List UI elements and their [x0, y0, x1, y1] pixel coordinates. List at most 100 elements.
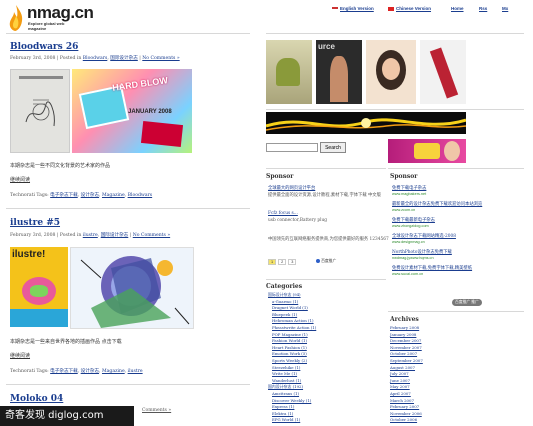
post-category-link[interactable]: 国际设计杂志	[110, 56, 138, 61]
promo-banner-ad[interactable]	[388, 139, 466, 163]
nav-rss[interactable]: Rss	[479, 6, 487, 11]
sponsor-item[interactable]: 免费下载电子杂志	[392, 185, 522, 192]
post-divider	[6, 208, 250, 209]
post-excerpt: 本期杂志是一些不同文化背景的艺术家的作品	[10, 163, 111, 169]
archive-item: May 2007	[390, 384, 410, 390]
cn-flag-icon	[388, 6, 394, 11]
category-item: 国际设计杂志 (94)	[268, 292, 301, 297]
sponsor-item[interactable]: 最新最全的设计杂志免费下载欢迎访问本站浏览	[392, 201, 522, 208]
sidebar-banner-ad[interactable]	[266, 112, 466, 134]
sponsor-pager: 1 2 3	[268, 259, 297, 265]
nav-home[interactable]: Home	[451, 6, 464, 11]
sidebar-thumbnail[interactable]	[420, 40, 466, 104]
category-item: Dragnet World (1)	[272, 305, 308, 311]
pager-page[interactable]: 1	[268, 259, 277, 265]
sponsor-heading: Sponsor	[266, 173, 294, 180]
category-item: Elektra (1)	[272, 410, 294, 416]
category-item: Fashion World (1)	[272, 338, 308, 344]
archives-list: February 2008 January 2008 December 2007…	[390, 325, 423, 424]
tag-link[interactable]: ilustre	[128, 369, 143, 374]
search-button[interactable]: Search	[320, 142, 346, 153]
category-item: EPG World (1)	[272, 417, 301, 423]
post-title-moloko[interactable]: Moloko 04	[10, 394, 63, 404]
sidebar-divider	[388, 311, 524, 312]
sponsor-item[interactable]: 免费下载最新电子杂志	[392, 217, 522, 224]
sidebar-divider	[388, 168, 524, 169]
post-tags: Technorati Tags: 电子杂志下载, 设计杂志, Magazine,…	[10, 369, 143, 374]
magazine-cover-image[interactable]	[10, 69, 70, 153]
archives-heading: Archives	[390, 316, 419, 323]
category-item: Emotion Work (5)	[272, 351, 307, 357]
tag-link[interactable]: 电子杂志下载	[50, 193, 78, 198]
nav-mx[interactable]: Mx	[502, 6, 508, 11]
post-category-link[interactable]: 国际设计杂志	[101, 233, 129, 238]
archive-item: April 2007	[390, 390, 411, 396]
sponsor-item[interactable]: Fcfz focus s... usb connector,Battery pl…	[268, 210, 384, 224]
magazine-cover-image[interactable]: ilustre!	[10, 247, 68, 327]
categories-heading: Categories	[266, 283, 303, 290]
illustration-art	[80, 256, 190, 328]
nav-chinese[interactable]: Chinese Version	[396, 6, 431, 11]
category-item: Bluepeek (1)	[272, 311, 298, 317]
post-comments-link[interactable]: No Comments »	[133, 233, 170, 238]
archive-item: November 2007	[390, 344, 422, 350]
post-category-link[interactable]: ilustre	[83, 233, 98, 238]
category-item: Discover Weekly (1)	[272, 397, 312, 403]
category-item: Express (1)	[272, 404, 295, 410]
sponsor-item[interactable]: NorthPhoto设计杂志免费下载	[392, 249, 522, 256]
tag-link[interactable]: 设计杂志	[81, 193, 99, 198]
ads-badge[interactable]: 百度推广 推广	[452, 299, 482, 306]
categories-list: 国际设计杂志 (94) a-Guarmo (1) Dragnet World (…	[268, 292, 316, 424]
illustration-image[interactable]	[70, 247, 194, 329]
archive-item: February 2008	[390, 325, 420, 330]
archive-item: December 2007	[390, 338, 422, 344]
category-item: 国内设计杂志 (192)	[268, 384, 304, 390]
tag-link[interactable]: 电子杂志下载	[50, 369, 78, 374]
post-tags: Technorati Tags: 电子杂志下载, 设计杂志, Magazine,…	[10, 193, 153, 198]
archive-item: March 2007	[390, 397, 414, 403]
search-input[interactable]	[266, 143, 318, 152]
ads-by-label[interactable]: 百度推广	[316, 259, 336, 264]
sidebar-thumbnail[interactable]: urce	[316, 40, 362, 104]
sponsor-item[interactable]: 全球最大的网页设计平台 提供最全面的设计资源,设计教程,素材下载,字体下载 中文…	[268, 185, 384, 199]
category-item: Hehroman Action (1)	[272, 318, 314, 324]
post-comments-link[interactable]: Comments »	[142, 408, 171, 413]
banner-art	[266, 118, 466, 131]
archive-item: January 2008	[390, 331, 417, 337]
post-title-bloodwars[interactable]: Bloodwars 26	[10, 42, 78, 52]
pager-page[interactable]: 3	[288, 259, 297, 265]
sponsor-heading: Sponsor	[390, 173, 418, 180]
post-comments-link[interactable]: No Comments »	[142, 56, 179, 61]
tag-link[interactable]: Magazine	[102, 193, 125, 198]
category-item: POP Magazine (1)	[272, 331, 308, 337]
archive-item: November 2006	[390, 410, 422, 416]
sponsor-item[interactable]: 全球设计杂志下载网站精选-2008	[392, 233, 522, 240]
tag-link[interactable]: Bloodwars	[128, 193, 153, 198]
sketch-illustration	[25, 99, 55, 127]
read-more-link[interactable]: 继续阅读	[10, 352, 30, 359]
sponsor-item[interactable]: 免费设计素材下载,免费字体下载,精美壁纸	[392, 265, 522, 272]
sponsor-item[interactable]: 中国领先的互联网络服务提供商,为您提供最好的服务 1234567	[268, 236, 389, 243]
magazine-cover-image[interactable]: HARD BLOW JANUARY 2008	[72, 69, 192, 153]
baidu-icon	[316, 259, 320, 263]
sponsor-list: 免费下载电子杂志 www.magbakers.net 最新最全的设计杂志免费下载…	[392, 185, 522, 276]
pager-page[interactable]: 2	[278, 259, 287, 265]
post-excerpt: 本期杂志是一些来自世界各地的插画作品 点击下载	[10, 339, 122, 345]
nav-english[interactable]: English Version	[340, 6, 374, 11]
post-divider	[6, 384, 250, 385]
archive-item: September 2007	[390, 357, 423, 363]
archive-item: July 2007	[390, 371, 409, 377]
watermark: 奇客发现 diglog.com	[0, 406, 134, 426]
sidebar-divider	[266, 168, 386, 169]
sidebar-thumbnail[interactable]	[266, 40, 312, 104]
post-title-ilustre[interactable]: ilustre #5	[10, 218, 60, 228]
tag-link[interactable]: 设计杂志	[81, 369, 99, 374]
sidebar-thumbnail[interactable]	[366, 40, 416, 104]
category-item: Pheastwrite Action (1)	[272, 324, 317, 330]
archive-item: October 2007	[390, 351, 418, 357]
post-category-link[interactable]: Bloodwars	[83, 56, 108, 61]
read-more-link[interactable]: 继续阅读	[10, 176, 30, 183]
logo-flame-icon	[9, 5, 23, 31]
tag-link[interactable]: Magazine	[102, 369, 125, 374]
site-logo[interactable]: nmag.cn	[27, 4, 94, 22]
